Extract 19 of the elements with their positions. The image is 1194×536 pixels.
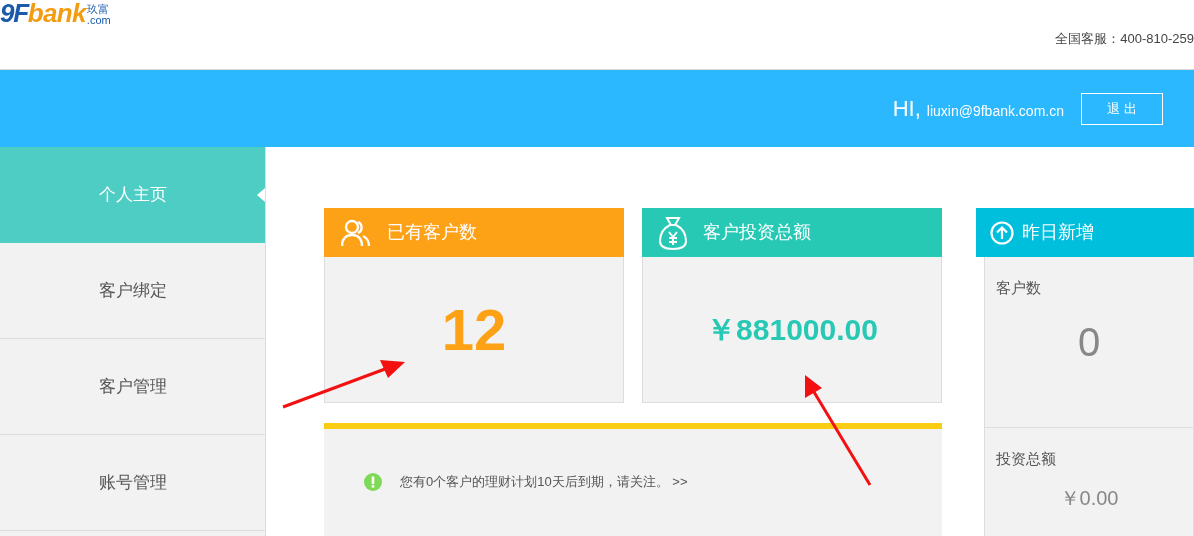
user-email: liuxin@9fbank.com.cn	[926, 102, 1064, 121]
money-bag-icon	[659, 215, 687, 250]
notice-text: 您有0个客户的理财计划10天后到期，请关注。	[400, 474, 669, 490]
stat-value: 0	[1077, 318, 1101, 366]
card-title: 已有客户数	[387, 221, 477, 244]
arrow-up-circle-icon	[990, 220, 1014, 245]
more-link[interactable]: >>	[672, 474, 688, 490]
card-title: 客户投资总额	[703, 221, 811, 244]
card-value: ￥881000.00	[706, 312, 878, 348]
pointer-icon	[257, 188, 265, 202]
card-value: 12	[441, 296, 507, 364]
users-icon	[341, 218, 371, 247]
hotline-text: 全国客服：400-810-259	[1055, 30, 1194, 48]
panel-title: 昨日新增	[1022, 221, 1094, 244]
greeting-text: HI,	[892, 95, 921, 123]
stat-label: 投资总额	[996, 449, 1057, 469]
exclamation-icon	[364, 473, 382, 491]
stat-value: ￥0.00	[1059, 485, 1119, 511]
stat-label: 客户数	[996, 278, 1042, 298]
